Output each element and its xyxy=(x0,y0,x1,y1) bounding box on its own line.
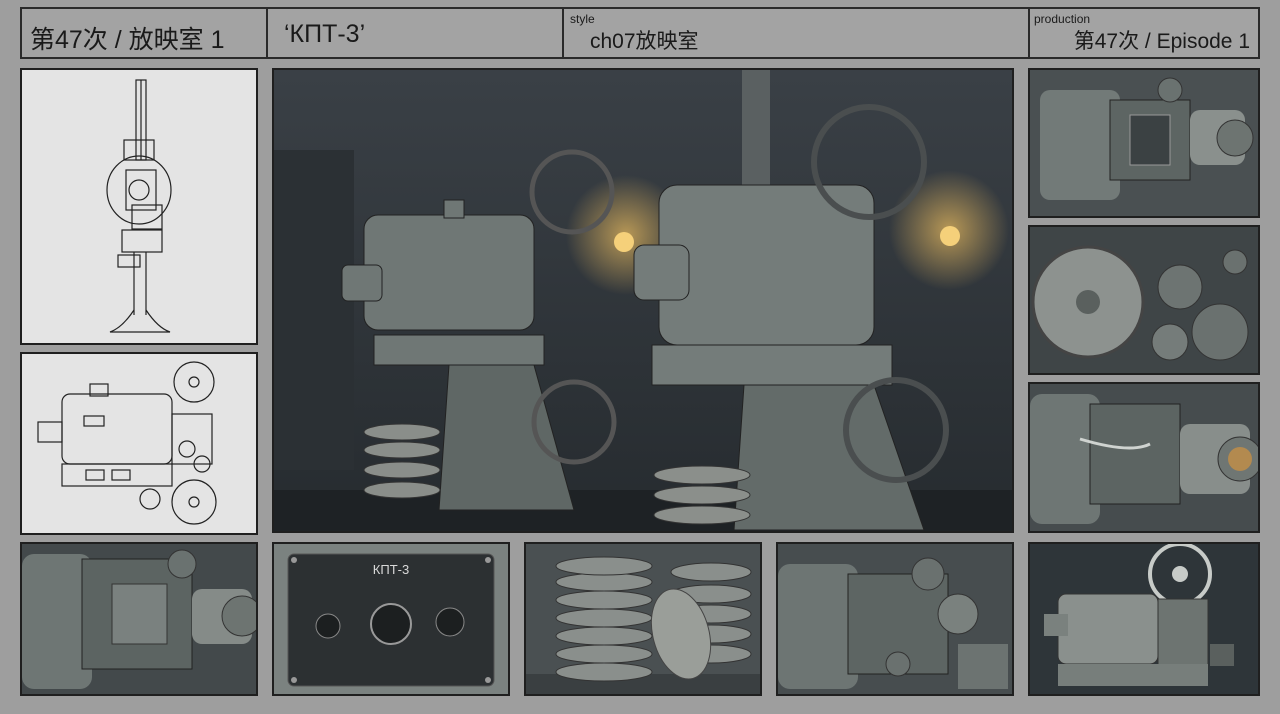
projector-overview-thumbnail xyxy=(1028,542,1260,696)
lens-assembly-illustration xyxy=(22,544,256,694)
film-gate-illustration xyxy=(1030,384,1258,531)
front-view-sketch xyxy=(20,68,258,345)
intermittent-mechanism-illustration xyxy=(778,544,1012,694)
style-label: style xyxy=(570,12,595,26)
projector-front-sketch xyxy=(106,79,172,333)
projection-room-scene xyxy=(272,68,1014,533)
production-cell: production 第47次 / Episode 1 xyxy=(1030,9,1258,57)
subject-title: ‘КПТ-3’ xyxy=(284,20,366,48)
reel-gears-closeup xyxy=(1028,225,1260,375)
gate-mechanism-illustration xyxy=(1030,70,1258,216)
projector-overview-illustration xyxy=(1030,544,1258,694)
gate-mechanism-closeup xyxy=(1028,68,1260,218)
film-gate-closeup xyxy=(1028,382,1260,533)
subject-cell: ‘КПТ-3’ xyxy=(268,9,562,57)
reel-gears-illustration xyxy=(1030,227,1258,373)
intermittent-mechanism-closeup xyxy=(776,542,1014,696)
control-plate-label: КПТ-3 xyxy=(372,562,410,577)
side-view-sketch xyxy=(20,352,258,535)
film-canisters-closeup xyxy=(524,542,762,696)
control-plate-closeup: КПТ-3 xyxy=(272,542,510,696)
header-bar: 第47次 / 放映室 1 ‘КПТ-3’ style ch07放映室 produ… xyxy=(20,7,1260,59)
production-value: 第47次 / Episode 1 xyxy=(1073,30,1250,53)
projection-room-illustration xyxy=(274,70,1012,531)
episode-title: 第47次 / 放映室 1 xyxy=(30,26,225,54)
style-value: ch07放映室 xyxy=(590,30,699,53)
film-canisters-illustration xyxy=(526,544,760,694)
episode-title-cell: 第47次 / 放映室 1 xyxy=(22,9,266,57)
lens-assembly-closeup xyxy=(20,542,258,696)
production-label: production xyxy=(1034,12,1091,26)
style-cell: style ch07放映室 xyxy=(564,9,1028,57)
projector-side-sketch xyxy=(37,361,217,525)
